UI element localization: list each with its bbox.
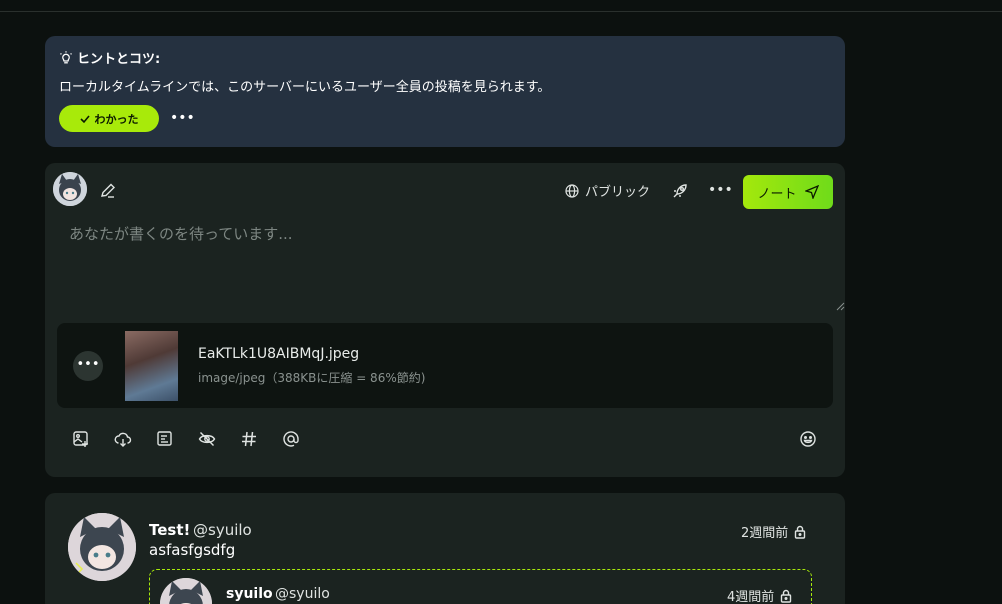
tips-panel: ヒントとコツ: ローカルタイムラインでは、このサーバーにいるユーザー全員の投稿を… bbox=[45, 36, 845, 147]
note-card: Test! @syuilo asfasfgsdfg 2週間前 syuilo @s… bbox=[45, 493, 845, 604]
emoji-icon[interactable] bbox=[799, 430, 817, 448]
note-username[interactable]: @syuilo bbox=[193, 521, 252, 539]
note-time-text: 2週間前 bbox=[741, 526, 789, 541]
composer-more-icon[interactable]: ••• bbox=[708, 182, 733, 200]
send-icon bbox=[804, 185, 819, 199]
tips-title: ヒントとコツ: bbox=[59, 48, 160, 67]
quoted-username[interactable]: @syuilo bbox=[275, 586, 330, 602]
mention-icon[interactable] bbox=[282, 430, 300, 448]
note-display-name[interactable]: Test! bbox=[149, 521, 190, 539]
rocket-icon[interactable] bbox=[671, 182, 689, 200]
poll-icon[interactable] bbox=[156, 430, 174, 448]
quoted-display-name[interactable]: syuilo bbox=[226, 586, 273, 602]
tips-more-icon[interactable]: ••• bbox=[170, 109, 195, 127]
post-text-input[interactable]: あなたが書くのを待っています... bbox=[57, 215, 845, 311]
avatar[interactable] bbox=[53, 172, 87, 206]
got-it-label: わかった bbox=[94, 113, 139, 126]
top-bar bbox=[0, 0, 1002, 12]
check-icon bbox=[79, 114, 90, 123]
attach-image-icon[interactable] bbox=[72, 430, 90, 448]
attachment-filename: EaKTLk1U8AIBMqJ.jpeg bbox=[198, 346, 360, 362]
visibility-label: パブリック bbox=[585, 185, 651, 200]
attachment-menu-button[interactable]: ••• bbox=[73, 351, 103, 381]
note-timestamp[interactable]: 2週間前 bbox=[741, 522, 806, 541]
cloud-upload-icon[interactable] bbox=[114, 430, 132, 448]
note-submit-button[interactable]: ノート bbox=[743, 175, 833, 209]
tips-title-text: ヒントとコツ: bbox=[77, 52, 161, 67]
visibility-selector[interactable]: パブリック bbox=[565, 181, 650, 200]
post-text-placeholder: あなたが書くのを待っています... bbox=[69, 225, 293, 243]
tips-body: ローカルタイムラインでは、このサーバーにいるユーザー全員の投稿を見られます。 bbox=[59, 80, 551, 95]
avatar[interactable] bbox=[68, 513, 136, 581]
avatar[interactable] bbox=[160, 578, 212, 604]
eye-off-icon[interactable] bbox=[198, 430, 216, 448]
note-submit-label: ノート bbox=[757, 186, 797, 202]
globe-icon bbox=[565, 183, 579, 198]
composer-toolbar bbox=[72, 430, 300, 448]
note-text: asfasfgsdfg bbox=[149, 541, 236, 559]
quoted-timestamp[interactable]: 4週間前 bbox=[727, 586, 792, 604]
lightbulb-icon bbox=[60, 50, 72, 63]
quoted-note[interactable]: syuilo @syuilo 4週間前 bbox=[149, 569, 812, 604]
resize-handle-icon[interactable] bbox=[835, 301, 845, 311]
attachment-info: image/jpeg（388KBに圧縮 = 86%節約) bbox=[198, 371, 426, 385]
pencil-icon[interactable] bbox=[99, 182, 117, 200]
hashtag-icon[interactable] bbox=[240, 430, 258, 448]
quoted-time-text: 4週間前 bbox=[727, 590, 775, 604]
lock-icon bbox=[781, 589, 792, 603]
attachment-thumbnail[interactable] bbox=[125, 331, 178, 401]
got-it-button[interactable]: わかった bbox=[59, 105, 159, 132]
attachment-item: ••• EaKTLk1U8AIBMqJ.jpeg image/jpeg（388K… bbox=[57, 323, 833, 408]
lock-icon bbox=[795, 525, 806, 539]
post-composer: パブリック ••• ノート あなたが書くのを待っています... ••• EaKT… bbox=[45, 163, 845, 477]
